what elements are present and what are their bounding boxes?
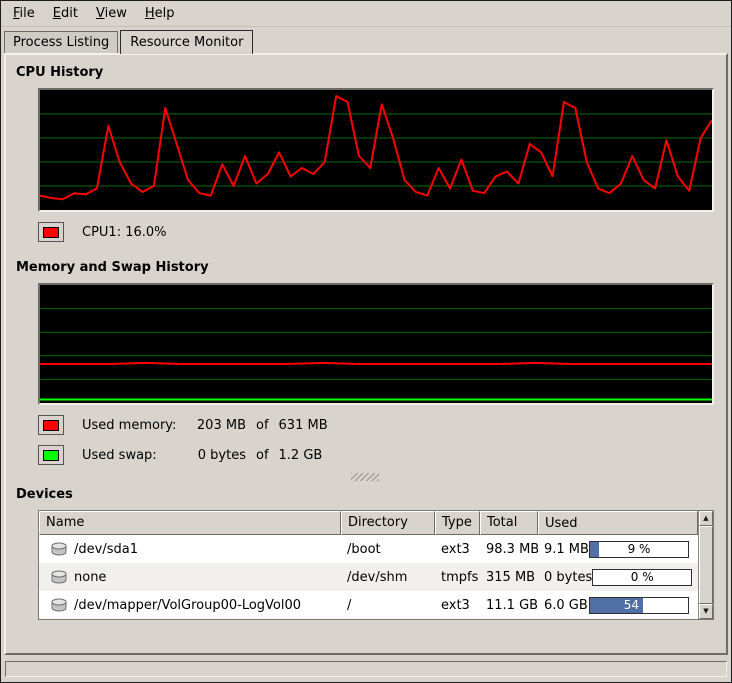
scroll-down-button[interactable]: ▼ xyxy=(699,604,713,619)
menu-file[interactable]: File xyxy=(5,3,43,24)
total-swap-value: 1.2 GB xyxy=(279,448,323,463)
device-directory: /boot xyxy=(341,542,435,557)
device-used: 6.0 GB xyxy=(544,598,588,613)
device-type: ext3 xyxy=(435,542,480,557)
disk-icon xyxy=(51,542,67,556)
used-swap-color-swatch xyxy=(38,445,64,465)
scroll-up-button[interactable]: ▲ xyxy=(699,511,713,526)
table-row-volgroup[interactable]: /dev/mapper/VolGroup00-LogVol00 / ext3 1… xyxy=(39,591,698,619)
cpu1-legend-label: CPU1: 16.0% xyxy=(82,225,167,240)
usage-progress-bar: 54 % xyxy=(589,597,689,614)
arrow-down-icon: ▼ xyxy=(703,608,708,615)
menu-edit[interactable]: Edit xyxy=(45,3,86,24)
scrollbar-track[interactable] xyxy=(699,526,713,604)
resource-monitor-panel: CPU History CPU1: 16.0% Memory and Swap … xyxy=(4,53,728,655)
tab-process-listing[interactable]: Process Listing xyxy=(4,31,118,53)
usage-progress-bar: 9 % xyxy=(589,541,689,558)
disk-icon xyxy=(51,598,67,612)
device-directory: /dev/shm xyxy=(341,570,435,585)
devices-table-header: Name Directory Type Total Used xyxy=(39,511,698,535)
device-used: 9.1 MB xyxy=(544,542,589,557)
column-header-used[interactable]: Used xyxy=(538,511,698,535)
device-name: /dev/mapper/VolGroup00-LogVol00 xyxy=(74,598,301,613)
cpu-history-title: CPU History xyxy=(16,65,716,80)
used-memory-label: Used memory: xyxy=(82,418,184,433)
device-type: tmpfs xyxy=(435,570,480,585)
menu-view[interactable]: View xyxy=(88,3,135,24)
used-swap-of: of xyxy=(256,448,269,463)
used-memory-value: 203 MB xyxy=(184,418,246,433)
usage-percent-label: 9 % xyxy=(590,542,688,557)
device-type: ext3 xyxy=(435,598,480,613)
memory-swap-graph xyxy=(38,283,714,405)
column-header-type[interactable]: Type xyxy=(435,511,480,535)
cpu1-color-swatch xyxy=(38,222,64,242)
used-swap-value: 0 bytes xyxy=(184,448,246,463)
usage-progress-bar: 0 % xyxy=(592,569,692,586)
status-bar xyxy=(5,661,727,677)
column-header-directory[interactable]: Directory xyxy=(341,511,435,535)
device-total: 98.3 MB xyxy=(480,542,538,557)
cpu-legend: CPU1: 16.0% xyxy=(38,222,716,242)
column-header-total[interactable]: Total xyxy=(480,511,538,535)
table-row-none[interactable]: none /dev/shm tmpfs 315 MB 0 bytes 0 % xyxy=(39,563,698,591)
device-name: /dev/sda1 xyxy=(74,542,138,557)
devices-title: Devices xyxy=(16,487,716,502)
device-name: none xyxy=(74,570,106,585)
table-row-sda1[interactable]: /dev/sda1 /boot ext3 98.3 MB 9.1 MB 9 % xyxy=(39,535,698,563)
device-total: 11.1 GB xyxy=(480,598,538,613)
total-memory-value: 631 MB xyxy=(279,418,328,433)
menu-help[interactable]: Help xyxy=(137,3,183,24)
tab-strip: Process Listing Resource Monitor xyxy=(1,27,731,53)
arrow-up-icon: ▲ xyxy=(703,515,708,522)
memory-swap-title: Memory and Swap History xyxy=(16,260,716,275)
scrollbar-thumb[interactable] xyxy=(699,526,713,604)
menu-bar: File Edit View Help xyxy=(1,1,731,27)
devices-table: Name Directory Type Total Used /dev/sda1… xyxy=(38,510,714,620)
vertical-scrollbar[interactable]: ▲ ▼ xyxy=(698,511,713,619)
device-used: 0 bytes xyxy=(544,570,592,585)
usage-percent-label: 54 % xyxy=(590,598,688,613)
tab-resource-monitor[interactable]: Resource Monitor xyxy=(120,30,253,54)
system-monitor-window: File Edit View Help Process Listing Reso… xyxy=(0,0,732,683)
used-memory-legend: Used memory: 203 MB of 631 MB xyxy=(38,415,716,435)
usage-percent-label: 0 % xyxy=(593,570,691,585)
used-swap-legend: Used swap: 0 bytes of 1.2 GB xyxy=(38,445,716,465)
used-swap-label: Used swap: xyxy=(82,448,184,463)
pane-resize-grip[interactable] xyxy=(351,473,379,481)
device-total: 315 MB xyxy=(480,570,538,585)
device-directory: / xyxy=(341,598,435,613)
column-header-name[interactable]: Name xyxy=(39,511,341,535)
disk-icon xyxy=(51,570,67,584)
used-memory-color-swatch xyxy=(38,415,64,435)
used-memory-of: of xyxy=(256,418,269,433)
cpu-history-graph xyxy=(38,88,714,212)
